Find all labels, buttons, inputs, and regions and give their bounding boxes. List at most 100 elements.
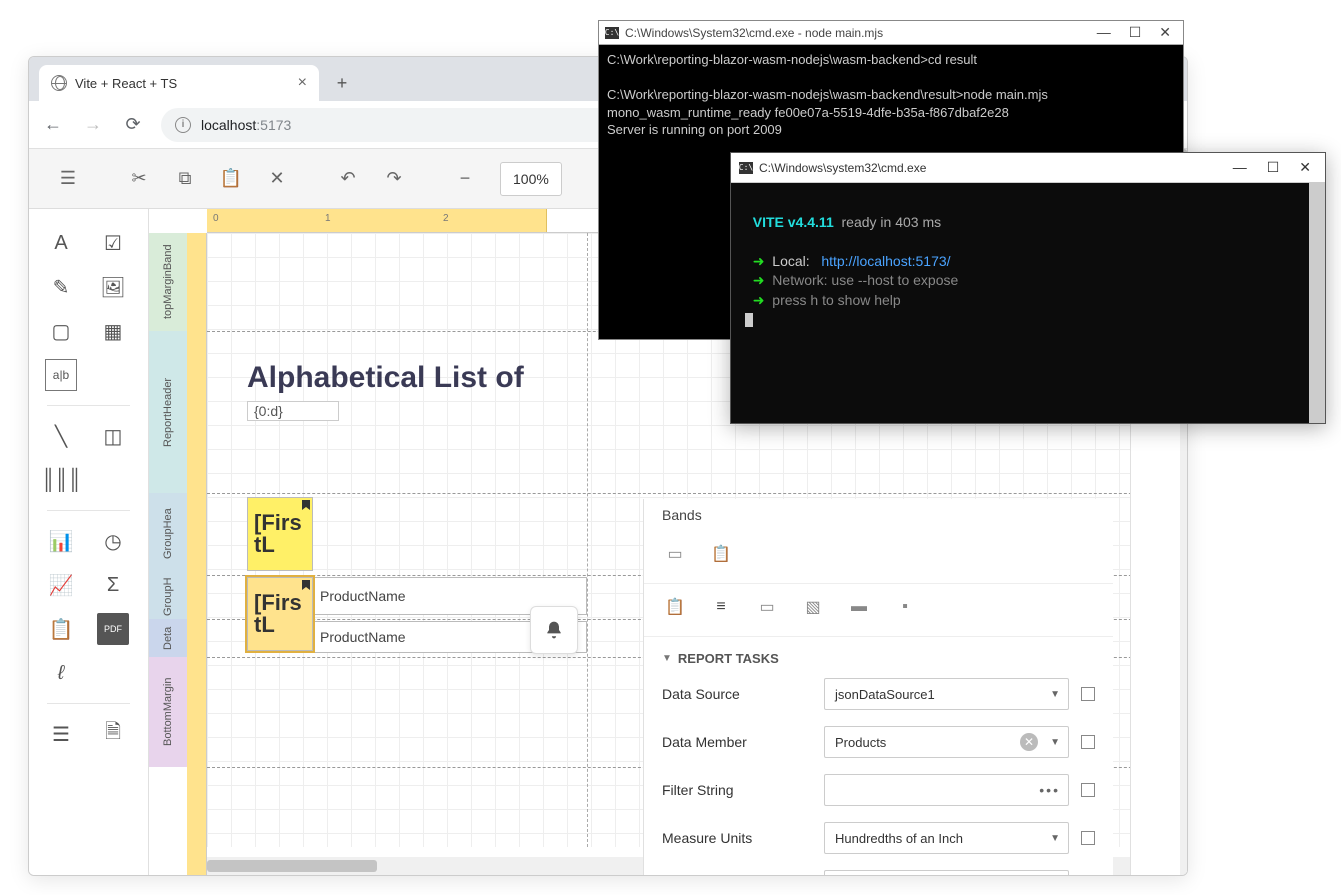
- reload-button[interactable]: ⟳: [121, 113, 145, 137]
- reset-marker[interactable]: [1081, 831, 1095, 845]
- units-select[interactable]: Hundredths of an Inch ▼: [824, 822, 1069, 854]
- scrollbar-thumb[interactable]: [207, 860, 377, 872]
- spacer3: [97, 657, 129, 689]
- chevron-down-icon: ▼: [1050, 833, 1060, 844]
- charactercomb-tool[interactable]: a|b: [45, 359, 77, 391]
- sparkline-tool[interactable]: 📈: [45, 569, 77, 601]
- ellipsis-icon[interactable]: •••: [1039, 782, 1060, 798]
- browser-tab[interactable]: Vite + React + TS ×: [39, 65, 319, 101]
- copy-button[interactable]: ⧉: [166, 160, 204, 198]
- paste-button[interactable]: 📋: [212, 160, 250, 198]
- undo-button[interactable]: ↶: [329, 160, 367, 198]
- table-tool[interactable]: ▦: [97, 315, 129, 347]
- datamember-select[interactable]: Products ✕ ▼: [824, 726, 1069, 758]
- band-type-icons-2: 📋 ≡ ▭ ▧ ▬ ▪: [644, 584, 1113, 637]
- band-icon-topmargin[interactable]: ▭: [662, 541, 688, 567]
- chart-tool[interactable]: 📊: [45, 525, 77, 557]
- notification-bell-button[interactable]: [530, 606, 578, 654]
- terminal-vite-window[interactable]: C:\ C:\Windows\system32\cmd.exe — ☐ ✕ VI…: [730, 152, 1326, 424]
- url-port: :5173: [256, 117, 291, 133]
- bands-label: Bands: [644, 499, 1113, 531]
- toolbox: A ☑ ✎ 🖼 ▢ ▦ a|b ╲ ◫ ║║║: [29, 209, 149, 875]
- report-date-label[interactable]: {0:d}: [247, 401, 339, 421]
- back-button[interactable]: ←: [41, 113, 65, 137]
- checkbox-tool[interactable]: ☑: [97, 227, 129, 259]
- band-icon-pagefooter[interactable]: ▪: [892, 594, 918, 620]
- language-select[interactable]: (Default) ▼: [824, 870, 1069, 876]
- new-tab-button[interactable]: +: [327, 68, 357, 98]
- minimize-icon[interactable]: —: [1097, 24, 1111, 41]
- band-groupheader0[interactable]: GroupHea: [149, 493, 187, 575]
- band-icon-detailreport[interactable]: ▧: [800, 594, 826, 620]
- richtext-tool[interactable]: ✎: [45, 271, 77, 303]
- zoom-select[interactable]: 100%: [500, 162, 562, 196]
- vertical-ruler[interactable]: [187, 233, 207, 875]
- toc-tool[interactable]: ☰: [45, 718, 77, 750]
- band-icon-pageheader[interactable]: 📋: [662, 594, 688, 620]
- forward-button[interactable]: →: [81, 113, 105, 137]
- clipboard-tool[interactable]: 📋: [45, 613, 77, 645]
- zoom-out-button[interactable]: −: [446, 160, 484, 198]
- picturebox-tool[interactable]: 🖼: [97, 271, 129, 303]
- chevron-down-icon: ▼: [1050, 689, 1060, 700]
- bookmark-icon: [302, 500, 310, 510]
- tab-title: Vite + React + TS: [75, 76, 177, 91]
- minimize-icon[interactable]: —: [1233, 159, 1247, 176]
- panel-tool[interactable]: ▢: [45, 315, 77, 347]
- close-icon[interactable]: ✕: [1299, 159, 1311, 176]
- terminal-titlebar[interactable]: C:\ C:\Windows\system32\cmd.exe — ☐ ✕: [731, 153, 1325, 183]
- band-separator[interactable]: [207, 493, 1187, 494]
- scrollbar-thumb[interactable]: [1309, 183, 1325, 423]
- band-topmargin[interactable]: topMarginBand: [149, 233, 187, 331]
- delete-button[interactable]: ✕: [258, 160, 296, 198]
- report-title-label[interactable]: Alphabetical List of: [247, 361, 524, 395]
- terminal-title: C:\Windows\system32\cmd.exe: [759, 161, 926, 175]
- reset-marker[interactable]: [1081, 783, 1095, 797]
- pdf-tool[interactable]: PDF: [97, 613, 129, 645]
- label-tool[interactable]: A: [45, 227, 77, 259]
- band-bottommargin[interactable]: BottomMargin: [149, 657, 187, 767]
- reset-marker[interactable]: [1081, 735, 1095, 749]
- terminal-output[interactable]: C:\Work\reporting-blazor-wasm-nodejs\was…: [599, 45, 1183, 145]
- sigma-tool[interactable]: Σ: [97, 569, 129, 601]
- prop-row-filter: Filter String •••: [644, 766, 1113, 814]
- arrow-icon: ➜: [753, 292, 765, 308]
- close-icon[interactable]: ×: [298, 74, 307, 92]
- bookmark-icon: [302, 580, 310, 590]
- gauge-tool[interactable]: ◷: [97, 525, 129, 557]
- firstletter-cell-selected[interactable]: [FirstL: [247, 577, 313, 651]
- menu-button[interactable]: ☰: [49, 160, 87, 198]
- site-info-icon[interactable]: i: [175, 117, 191, 133]
- terminal-titlebar[interactable]: C:\ C:\Windows\System32\cmd.exe - node m…: [599, 21, 1183, 45]
- band-icon-reportheader[interactable]: 📋: [708, 541, 734, 567]
- shape-tool[interactable]: ◫: [97, 420, 129, 452]
- redo-button[interactable]: ↷: [375, 160, 413, 198]
- pageinfo-tool[interactable]: 🗎: [97, 718, 129, 750]
- maximize-icon[interactable]: ☐: [1129, 24, 1142, 41]
- clear-icon[interactable]: ✕: [1020, 733, 1038, 751]
- spacer2: [97, 464, 129, 496]
- filter-input[interactable]: •••: [824, 774, 1069, 806]
- terminal-scrollbar[interactable]: [1309, 183, 1325, 423]
- band-icon-groupfooter[interactable]: ▬: [846, 594, 872, 620]
- properties-panel: Bands ▭ 📋 📋 ≡ ▭ ▧ ▬ ▪ ▼ REPORT TASKS Dat…: [643, 499, 1113, 875]
- band-detail[interactable]: Deta: [149, 619, 187, 657]
- band-groupheader1[interactable]: GroupH: [149, 575, 187, 619]
- band-labels: topMarginBand ReportHeader GroupHea Grou…: [149, 233, 187, 875]
- section-report-tasks[interactable]: ▼ REPORT TASKS: [644, 637, 1113, 670]
- band-icon-groupheader[interactable]: ≡: [708, 594, 734, 620]
- signature-tool[interactable]: ℓ: [45, 657, 77, 689]
- reset-marker[interactable]: [1081, 687, 1095, 701]
- close-icon[interactable]: ✕: [1159, 24, 1171, 41]
- terminal-output[interactable]: VITE v4.4.11 ready in 403 ms ➜ Local: ht…: [731, 183, 1325, 340]
- band-icon-detail[interactable]: ▭: [754, 594, 780, 620]
- cut-button[interactable]: ✂: [120, 160, 158, 198]
- barcode-tool[interactable]: ║║║: [45, 464, 77, 496]
- maximize-icon[interactable]: ☐: [1267, 159, 1280, 176]
- prop-row-units: Measure Units Hundredths of an Inch ▼: [644, 814, 1113, 862]
- firstletter-cell[interactable]: [FirstL: [247, 497, 313, 571]
- line-tool[interactable]: ╲: [45, 420, 77, 452]
- band-reportheader[interactable]: ReportHeader: [149, 331, 187, 493]
- datasource-select[interactable]: jsonDataSource1 ▼: [824, 678, 1069, 710]
- cmd-icon: C:\: [739, 162, 753, 174]
